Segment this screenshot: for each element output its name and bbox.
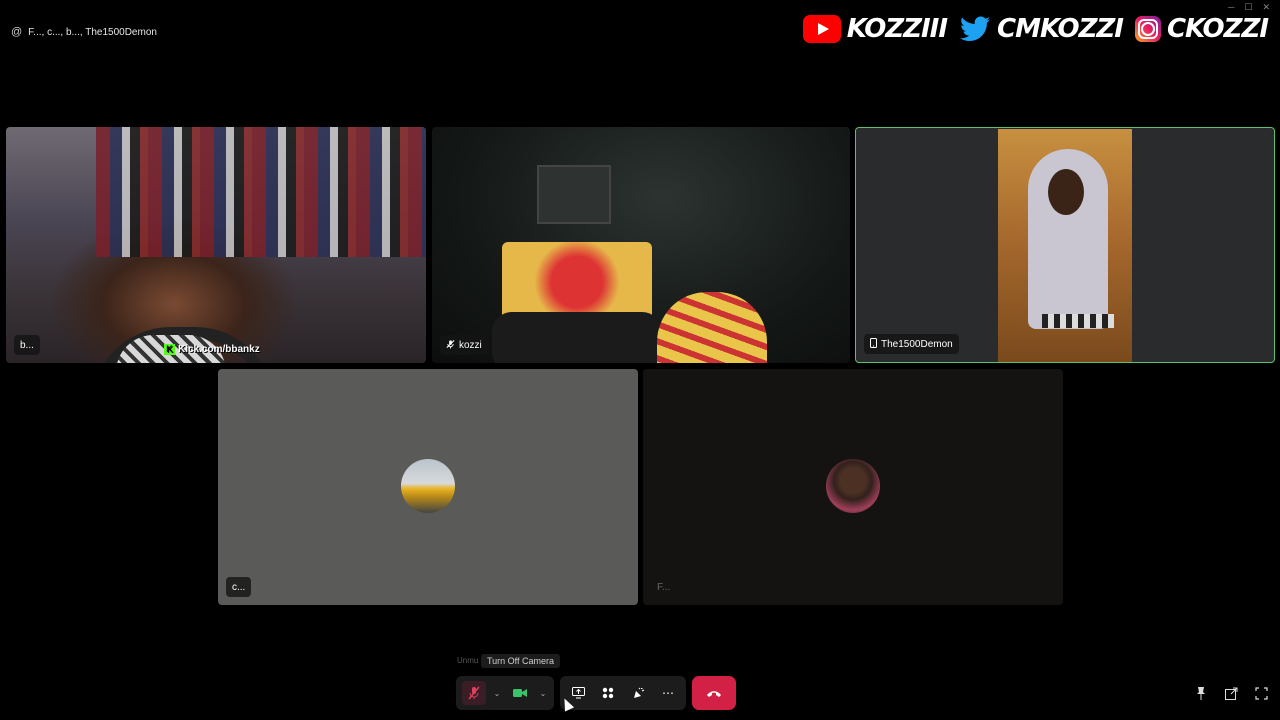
- pop-out-button[interactable]: [1222, 684, 1240, 702]
- mobile-device-icon: [870, 337, 877, 351]
- avatar: [826, 459, 880, 513]
- tooltip-ghost: Unmu: [457, 656, 479, 665]
- fullscreen-icon: [1254, 686, 1268, 700]
- kick-url: Kick.com/bbankz: [178, 344, 260, 355]
- muted-mic-icon: [468, 686, 480, 700]
- more-icon: ⋯: [662, 686, 674, 700]
- name-badge: The1500Demon: [864, 334, 959, 354]
- camera-toggle-button[interactable]: [508, 681, 532, 705]
- participant-tile-kozzi[interactable]: kozzi: [432, 127, 850, 363]
- twitter-handle: CMKOZZI: [997, 14, 1124, 44]
- participant-name: F...: [657, 581, 671, 593]
- instagram-handle: CKOZZI: [1166, 14, 1269, 44]
- hang-up-icon: [707, 691, 721, 697]
- participant-name: c...: [232, 581, 246, 593]
- mic-options-chevron-icon[interactable]: ⌄: [492, 689, 502, 698]
- youtube-icon: [802, 15, 841, 43]
- camera-icon: [513, 689, 527, 697]
- background-monitor: [537, 165, 611, 224]
- audio-video-group: ⌄ ⌄: [456, 676, 554, 710]
- activities-icon: [602, 687, 614, 699]
- youtube-handle: KOZZIII: [846, 14, 948, 44]
- participant-name: The1500Demon: [881, 338, 953, 350]
- belt: [1042, 314, 1114, 328]
- gaming-chair: [502, 242, 652, 322]
- actions-group: ⋯: [560, 676, 686, 710]
- twitter-icon: [959, 15, 991, 43]
- name-badge: b...: [14, 335, 40, 355]
- participants-label: F..., c..., b..., The1500Demon: [28, 26, 157, 38]
- participant-tile-f[interactable]: F...: [643, 369, 1063, 605]
- participant-video: [998, 129, 1132, 362]
- call-controls: ⌄ ⌄ ⋯: [456, 676, 736, 710]
- camera-options-chevron-icon[interactable]: ⌄: [538, 689, 548, 698]
- share-screen-icon: [571, 687, 585, 699]
- pin-button[interactable]: [1192, 684, 1210, 702]
- background-clothes: [96, 127, 426, 257]
- participant-name: b...: [20, 339, 34, 351]
- participant-tile-c[interactable]: c...: [218, 369, 638, 605]
- muted-mic-icon: [446, 339, 455, 352]
- kick-overlay: K Kick.com/bbankz: [164, 344, 260, 355]
- participant-video: [657, 292, 767, 363]
- kick-icon: K: [164, 344, 175, 355]
- instagram-icon: [1134, 16, 1161, 42]
- fullscreen-button[interactable]: [1252, 684, 1270, 702]
- face: [1048, 169, 1084, 215]
- view-tools: [1192, 684, 1270, 702]
- participant-tile-the1500demon[interactable]: The1500Demon: [855, 127, 1275, 363]
- participant-tile-b[interactable]: K Kick.com/bbankz b...: [6, 127, 426, 363]
- at-icon: @: [11, 26, 23, 38]
- disconnect-button[interactable]: [692, 676, 736, 710]
- avatar: [401, 459, 455, 513]
- name-badge: kozzi: [440, 335, 488, 355]
- more-options-button[interactable]: ⋯: [656, 681, 680, 705]
- soundboard-button[interactable]: [626, 681, 650, 705]
- gaming-chair-base: [492, 312, 662, 363]
- pin-icon: [1197, 687, 1205, 700]
- camera-tooltip: Turn Off Camera: [481, 654, 561, 668]
- name-badge: F...: [651, 577, 676, 597]
- name-badge: c...: [226, 577, 252, 597]
- mute-button[interactable]: [462, 681, 486, 705]
- activities-button[interactable]: [596, 681, 620, 705]
- call-participants-header: @ F..., c..., b..., The1500Demon: [11, 24, 157, 40]
- pop-out-icon: [1224, 687, 1237, 700]
- stream-social-overlay: KOZZIII CMKOZZI CKOZZI: [802, 10, 1274, 48]
- participant-name: kozzi: [459, 339, 482, 351]
- soundboard-icon: [633, 687, 644, 698]
